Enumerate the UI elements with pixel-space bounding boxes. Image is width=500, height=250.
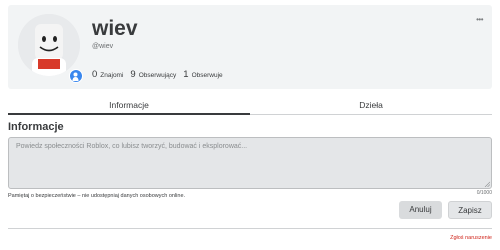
stat-following-count: 1: [183, 69, 189, 80]
stat-friends-count: 0: [92, 69, 98, 80]
stat-friends[interactable]: 0 Znajomi: [92, 69, 123, 80]
divider: [8, 228, 492, 229]
tab-creations[interactable]: Dzieła: [250, 95, 492, 115]
cancel-button[interactable]: Anuluj: [399, 201, 442, 219]
about-textarea[interactable]: [8, 137, 492, 189]
display-name: wiev: [92, 17, 138, 40]
avatar-face-icon: [18, 14, 80, 76]
more-icon[interactable]: •••: [476, 16, 483, 24]
character-counter: 0/1000: [476, 190, 492, 196]
report-abuse-link[interactable]: Zgłoś naruszenie: [450, 235, 492, 241]
safety-disclaimer: Pamiętaj o bezpieczeństwie – nie udostęp…: [8, 193, 186, 199]
presence-badge: [69, 69, 83, 83]
stat-followers[interactable]: 9 Obserwujący: [130, 69, 176, 80]
section-title: Informacje: [8, 121, 64, 133]
username-handle: @wiev: [92, 43, 114, 50]
save-button[interactable]: Zapisz: [448, 201, 492, 219]
avatar[interactable]: [18, 14, 80, 76]
resize-grip-icon[interactable]: [484, 181, 490, 187]
stat-followers-count: 9: [130, 69, 136, 80]
profile-tabs: Informacje Dzieła: [8, 95, 492, 115]
tab-about[interactable]: Informacje: [8, 95, 250, 115]
person-icon: [72, 72, 79, 81]
stat-following-label: Obserwuje: [191, 72, 223, 79]
active-tab-indicator: [8, 113, 250, 115]
stat-following[interactable]: 1 Obserwuje: [183, 69, 222, 80]
stat-followers-label: Obserwujący: [138, 72, 177, 79]
profile-stats: 0 Znajomi 9 Obserwujący 1 Obserwuje: [92, 69, 230, 80]
stat-friends-label: Znajomi: [100, 72, 124, 79]
tab-divider: [250, 114, 492, 115]
profile-header: wiev @wiev 0 Znajomi 9 Obserwujący 1 Obs…: [8, 5, 492, 89]
